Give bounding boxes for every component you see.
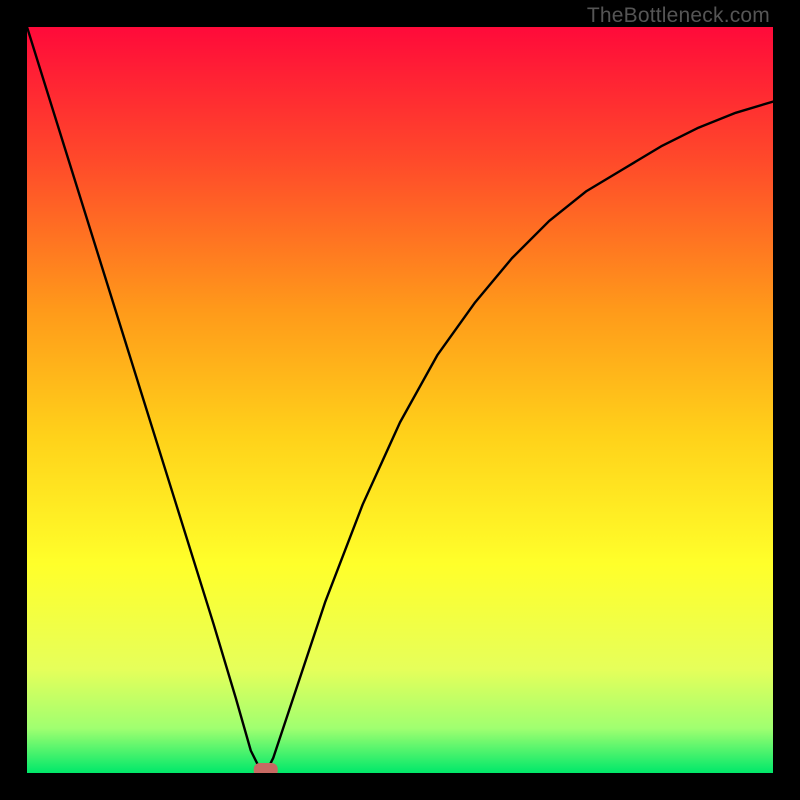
- bottleneck-chart: [27, 27, 773, 773]
- optimum-marker: [254, 763, 278, 773]
- watermark-text: TheBottleneck.com: [587, 4, 770, 28]
- gradient-background: [27, 27, 773, 773]
- chart-frame: [27, 27, 773, 773]
